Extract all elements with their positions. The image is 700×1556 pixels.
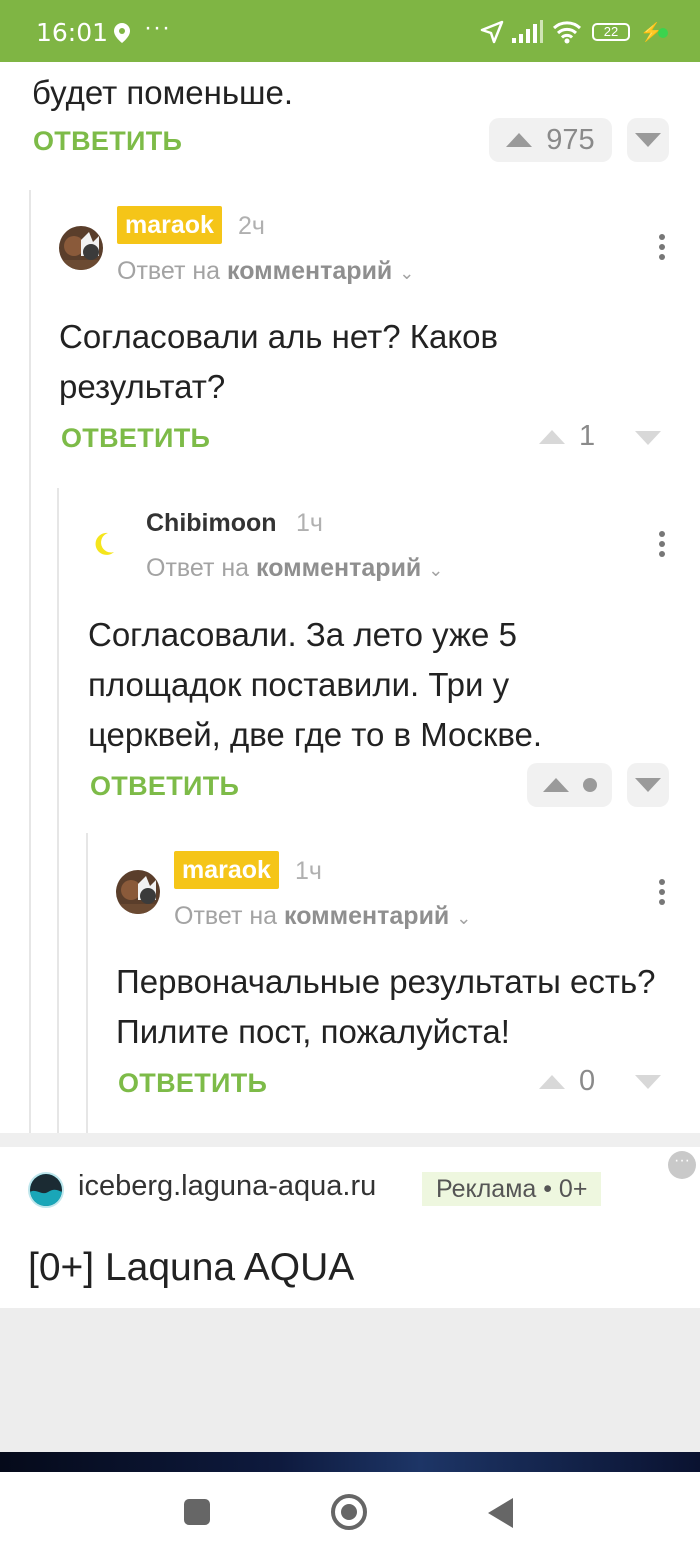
upvote-icon[interactable] bbox=[539, 1074, 565, 1089]
reply-to-target: комментарий bbox=[256, 554, 422, 582]
vote-hidden-dot bbox=[582, 778, 597, 792]
ad-more-icon[interactable]: ··· bbox=[668, 1151, 696, 1179]
downvote-icon bbox=[635, 1075, 661, 1089]
comment-text: Согласовали аль нет? Каков результат? bbox=[59, 318, 499, 405]
downvote-button[interactable] bbox=[627, 118, 669, 162]
vote-up-box[interactable]: 0 bbox=[539, 1065, 595, 1098]
vote-up-box[interactable] bbox=[527, 763, 612, 807]
home-button[interactable] bbox=[331, 1494, 367, 1530]
ad-label: Реклама • 0+ bbox=[422, 1172, 602, 1206]
reply-to-prefix: Ответ на bbox=[117, 257, 221, 285]
thread-line bbox=[86, 833, 88, 1133]
reply-to-link[interactable]: Ответ на комментарий ⌄ bbox=[117, 257, 414, 286]
reply-to-link[interactable]: Ответ на комментарий ⌄ bbox=[146, 554, 443, 583]
signal-icon bbox=[512, 20, 544, 49]
more-options-icon[interactable] bbox=[659, 528, 667, 561]
vote-count: 975 bbox=[546, 123, 595, 156]
username-badge[interactable]: maraok bbox=[174, 851, 279, 889]
reply-to-target: комментарий bbox=[284, 902, 450, 930]
reply-to-prefix: Ответ на bbox=[146, 554, 250, 582]
vote-up-box[interactable]: 975 bbox=[489, 118, 612, 162]
thread-line bbox=[57, 488, 59, 1133]
comment-text: Согласовали. За лето уже 5 площадок пост… bbox=[88, 616, 543, 753]
comment-time: 2ч bbox=[238, 212, 265, 240]
wifi-icon bbox=[552, 20, 582, 49]
downvote-icon bbox=[635, 133, 661, 147]
vote-count: 1 bbox=[579, 420, 596, 452]
vote-up-box[interactable]: 1 bbox=[539, 420, 595, 453]
reply-button[interactable]: ОТВЕТИТЬ bbox=[90, 771, 239, 802]
reply-to-link[interactable]: Ответ на комментарий ⌄ bbox=[174, 902, 471, 931]
ad-image-placeholder bbox=[0, 1308, 700, 1454]
indicator-dot bbox=[658, 28, 668, 38]
comment-text: Первоначальные результаты есть? Пилите п… bbox=[116, 963, 656, 1050]
downvote-button[interactable] bbox=[627, 763, 669, 807]
recent-apps-button[interactable] bbox=[184, 1499, 210, 1525]
upvote-icon[interactable] bbox=[506, 133, 533, 147]
chevron-down-icon: ⌄ bbox=[456, 908, 472, 928]
vote-count: 0 bbox=[579, 1065, 596, 1097]
reply-button[interactable]: ОТВЕТИТЬ bbox=[118, 1068, 267, 1099]
downvote-icon bbox=[635, 431, 661, 445]
thread-line bbox=[29, 190, 31, 1133]
back-button[interactable] bbox=[488, 1498, 513, 1528]
comment-time: 1ч bbox=[295, 857, 322, 885]
chevron-down-icon: ⌄ bbox=[399, 263, 415, 283]
avatar[interactable] bbox=[116, 870, 160, 914]
username-badge[interactable]: maraok bbox=[117, 206, 222, 244]
ad-domain[interactable]: iceberg.laguna-aqua.ru bbox=[78, 1170, 376, 1203]
comment-time: 1ч bbox=[296, 509, 323, 537]
status-bar: 16:01 ··· 22 ⚡ bbox=[0, 0, 700, 62]
downvote-button[interactable] bbox=[635, 431, 661, 445]
more-notifications-icon: ··· bbox=[144, 14, 171, 41]
status-time: 16:01 bbox=[36, 18, 109, 47]
username[interactable]: Chibimoon bbox=[146, 509, 277, 538]
reply-button[interactable]: ОТВЕТИТЬ bbox=[33, 126, 182, 157]
avatar[interactable] bbox=[59, 226, 103, 270]
ad-image-strip bbox=[0, 1452, 700, 1472]
reply-button[interactable]: ОТВЕТИТЬ bbox=[61, 423, 210, 454]
section-divider bbox=[0, 1133, 700, 1147]
ad-logo-icon bbox=[28, 1172, 64, 1208]
location-icon bbox=[112, 22, 132, 49]
navigation-arrow-icon bbox=[480, 20, 504, 49]
avatar[interactable] bbox=[88, 521, 132, 565]
more-options-icon[interactable] bbox=[659, 231, 667, 264]
upvote-icon[interactable] bbox=[542, 778, 569, 792]
upvote-icon[interactable] bbox=[539, 429, 565, 444]
downvote-button[interactable] bbox=[635, 1075, 661, 1089]
more-options-icon[interactable] bbox=[659, 876, 667, 909]
downvote-icon bbox=[635, 778, 661, 792]
ad-title[interactable]: [0+] Laquna AQUA bbox=[28, 1246, 354, 1290]
reply-to-target: комментарий bbox=[227, 257, 393, 285]
reply-to-prefix: Ответ на bbox=[174, 902, 278, 930]
battery-icon: 22 bbox=[592, 23, 630, 41]
chevron-down-icon: ⌄ bbox=[428, 560, 444, 580]
comment-text: будет поменьше. bbox=[32, 74, 294, 111]
